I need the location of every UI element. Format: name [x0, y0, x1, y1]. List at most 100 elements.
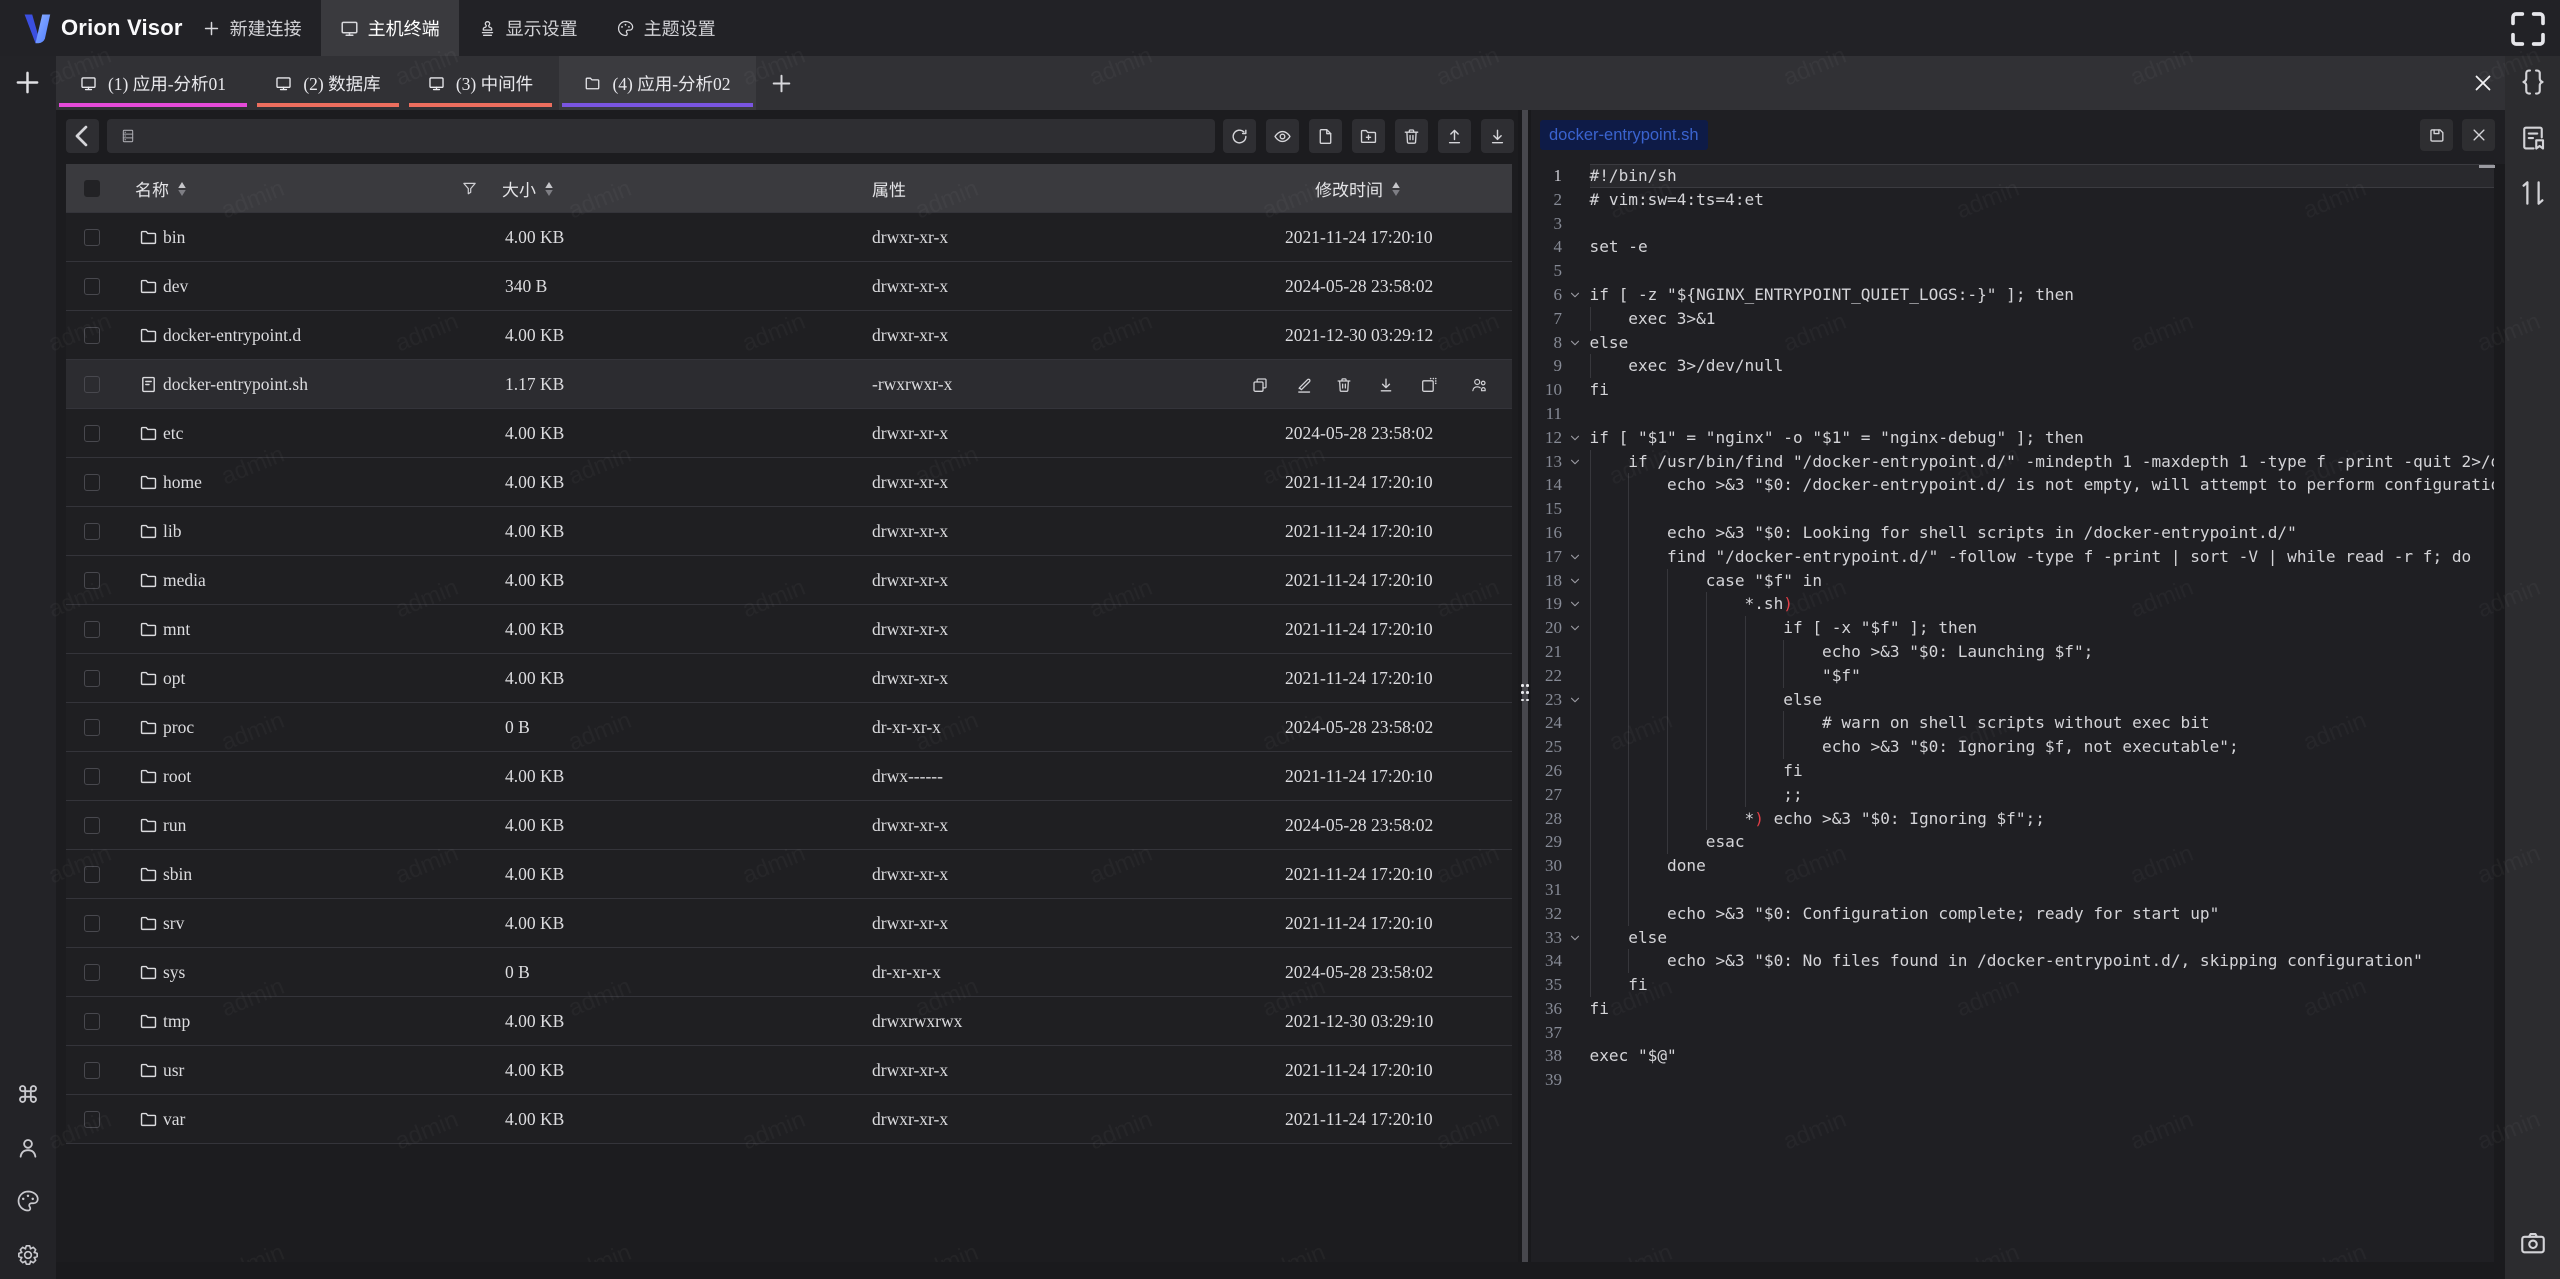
row-checkbox[interactable]: [84, 899, 100, 948]
download-file-button[interactable]: [1377, 376, 1395, 394]
file-row-mnt[interactable]: mnt4.00 KBdrwxr-xr-x2021-11-24 17:20:10: [66, 605, 1512, 654]
file-row-home[interactable]: home4.00 KBdrwxr-xr-x2021-11-24 17:20:10: [66, 458, 1512, 507]
fold-marker-icon[interactable]: [1569, 432, 1581, 444]
transfer-list-button[interactable]: [2518, 178, 2548, 208]
json-view-button[interactable]: [2518, 67, 2548, 97]
file-row-media[interactable]: media4.00 KBdrwxr-xr-x2021-11-24 17:20:1…: [66, 556, 1512, 605]
row-checkbox[interactable]: [84, 801, 100, 850]
editor-close-button[interactable]: [2462, 119, 2495, 151]
file-row-docker-entrypoint.sh[interactable]: docker-entrypoint.sh1.17 KB-rwxrwxr-x: [66, 360, 1512, 409]
file-row-srv[interactable]: srv4.00 KBdrwxr-xr-x2021-11-24 17:20:10: [66, 899, 1512, 948]
menu-display-settings[interactable]: 显示设置: [459, 0, 597, 56]
tab-1[interactable]: (1) 应用-分析01: [56, 56, 250, 110]
row-checkbox[interactable]: [84, 311, 100, 360]
file-row-run[interactable]: run4.00 KBdrwxr-xr-x2024-05-28 23:58:02: [66, 801, 1512, 850]
file-row-sys[interactable]: sys0 Bdr-xr-xr-x2024-05-28 23:58:02: [66, 948, 1512, 997]
new-tab-button[interactable]: [766, 68, 796, 98]
folder-icon: [139, 801, 159, 850]
fold-marker-icon[interactable]: [1569, 932, 1581, 944]
move-file-button[interactable]: [1420, 376, 1438, 394]
tab-4[interactable]: (4) 应用-分析02: [559, 56, 756, 110]
editor-scrollbar-track[interactable]: [2494, 164, 2505, 1262]
filter-name-button[interactable]: [461, 164, 478, 213]
file-row-var[interactable]: var4.00 KBdrwxr-xr-x2021-11-24 17:20:10: [66, 1095, 1512, 1144]
copy-file-button[interactable]: [1251, 376, 1269, 394]
row-checkbox[interactable]: [84, 654, 100, 703]
app-brand[interactable]: Orion Visor: [22, 12, 183, 44]
code-text: echo >&3 "$0: Looking for shell scripts …: [1590, 521, 2297, 545]
path-list-icon[interactable]: [120, 128, 136, 144]
row-checkbox[interactable]: [84, 458, 100, 507]
shortcut-keys-button[interactable]: [15, 1081, 41, 1107]
file-row-lib[interactable]: lib4.00 KBdrwxr-xr-x2021-11-24 17:20:10: [66, 507, 1512, 556]
file-row-proc[interactable]: proc0 Bdr-xr-xr-x2024-05-28 23:58:02: [66, 703, 1512, 752]
row-checkbox[interactable]: [84, 703, 100, 752]
row-checkbox[interactable]: [84, 1046, 100, 1095]
column-header-1[interactable]: 名称: [135, 164, 187, 213]
close-terminal-button[interactable]: [2468, 68, 2498, 98]
row-checkbox[interactable]: [84, 409, 100, 458]
column-header-2[interactable]: 大小: [502, 164, 554, 213]
theme-button[interactable]: [15, 1188, 41, 1214]
panel-splitter[interactable]: [1518, 110, 1531, 1279]
row-checkbox[interactable]: [84, 752, 100, 801]
code-editor[interactable]: 1#!/bin/sh2# vim:sw=4:ts=4:et34set -e56i…: [1531, 164, 2494, 1262]
fold-marker-icon[interactable]: [1569, 694, 1581, 706]
back-button[interactable]: [66, 119, 99, 153]
fold-marker-icon[interactable]: [1569, 575, 1581, 587]
row-checkbox[interactable]: [84, 1095, 100, 1144]
row-checkbox[interactable]: [84, 213, 100, 262]
splitter-drag-handle-icon[interactable]: [1521, 684, 1529, 704]
menu-theme-settings[interactable]: 主题设置: [597, 0, 735, 56]
select-all-checkbox[interactable]: [84, 164, 100, 213]
fold-marker-icon[interactable]: [1569, 622, 1581, 634]
fold-marker-icon[interactable]: [1569, 456, 1581, 468]
sidebar-new-connection-button[interactable]: [12, 67, 43, 98]
refresh-button[interactable]: [1223, 119, 1256, 153]
column-header-3[interactable]: 属性: [872, 164, 906, 213]
user-profile-button[interactable]: [15, 1135, 41, 1161]
file-row-tmp[interactable]: tmp4.00 KBdrwxrwxrwx2021-12-30 03:29:10: [66, 997, 1512, 1046]
file-row-opt[interactable]: opt4.00 KBdrwxr-xr-x2021-11-24 17:20:10: [66, 654, 1512, 703]
screenshot-button[interactable]: [2518, 1228, 2548, 1258]
fold-marker-icon[interactable]: [1569, 337, 1581, 349]
row-checkbox[interactable]: [84, 850, 100, 899]
row-checkbox[interactable]: [84, 948, 100, 997]
row-checkbox[interactable]: [84, 556, 100, 605]
new-file-button[interactable]: [1309, 119, 1342, 153]
row-checkbox[interactable]: [84, 997, 100, 1046]
fullscreen-button[interactable]: [2508, 9, 2548, 49]
tab-2[interactable]: (2) 数据库: [254, 56, 402, 110]
delete-button[interactable]: [1395, 119, 1428, 153]
menu-new-connection[interactable]: 新建连接: [183, 0, 321, 56]
delete-file-button[interactable]: [1335, 376, 1353, 394]
file-row-root[interactable]: root4.00 KBdrwx------2021-11-24 17:20:10: [66, 752, 1512, 801]
command-snippets-button[interactable]: [2518, 123, 2548, 153]
path-input[interactable]: [147, 119, 1197, 153]
change-owner-button[interactable]: [1470, 376, 1488, 394]
file-row-bin[interactable]: bin4.00 KBdrwxr-xr-x2021-11-24 17:20:10: [66, 213, 1512, 262]
row-checkbox[interactable]: [84, 262, 100, 311]
column-header-4[interactable]: 修改时间: [1315, 164, 1401, 213]
fold-marker-icon[interactable]: [1569, 551, 1581, 563]
fold-marker-icon[interactable]: [1569, 289, 1581, 301]
upload-button[interactable]: [1438, 119, 1471, 153]
menu-host-terminal[interactable]: 主机终端: [321, 0, 459, 56]
settings-button[interactable]: [15, 1242, 41, 1268]
editor-save-button[interactable]: [2420, 119, 2453, 151]
new-folder-button[interactable]: [1352, 119, 1385, 153]
toggle-hidden-files-button[interactable]: [1266, 119, 1299, 153]
file-row-sbin[interactable]: sbin4.00 KBdrwxr-xr-x2021-11-24 17:20:10: [66, 850, 1512, 899]
download-button[interactable]: [1481, 119, 1514, 153]
file-row-etc[interactable]: etc4.00 KBdrwxr-xr-x2024-05-28 23:58:02: [66, 409, 1512, 458]
editor-filename[interactable]: docker-entrypoint.sh: [1540, 120, 1708, 150]
file-row-docker-entrypoint.d[interactable]: docker-entrypoint.d4.00 KBdrwxr-xr-x2021…: [66, 311, 1512, 360]
row-checkbox[interactable]: [84, 507, 100, 556]
row-checkbox[interactable]: [84, 605, 100, 654]
edit-file-button[interactable]: [1295, 376, 1313, 394]
checkbox-icon: [84, 964, 100, 981]
fold-marker-icon[interactable]: [1569, 598, 1581, 610]
tab-3[interactable]: (3) 中间件: [406, 56, 555, 110]
file-row-usr[interactable]: usr4.00 KBdrwxr-xr-x2021-11-24 17:20:10: [66, 1046, 1512, 1095]
file-row-dev[interactable]: dev340 Bdrwxr-xr-x2024-05-28 23:58:02: [66, 262, 1512, 311]
